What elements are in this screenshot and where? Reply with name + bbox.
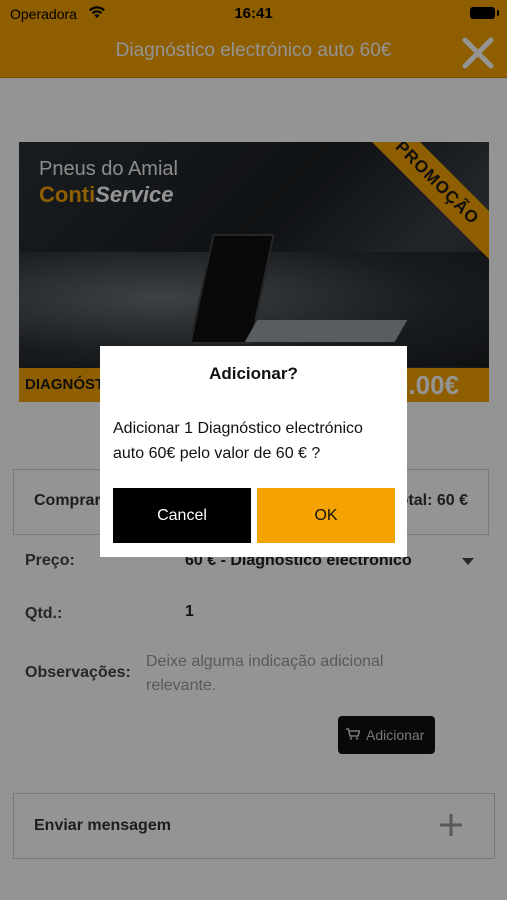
ok-button[interactable]: OK bbox=[257, 488, 395, 543]
dialog-message: Adicionar 1 Diagnóstico electrónico auto… bbox=[113, 420, 363, 462]
dialog-title: Adicionar? bbox=[209, 364, 298, 383]
confirm-dialog: Adicionar? Adicionar 1 Diagnóstico elect… bbox=[100, 346, 407, 557]
cancel-button[interactable]: Cancel bbox=[113, 488, 251, 543]
